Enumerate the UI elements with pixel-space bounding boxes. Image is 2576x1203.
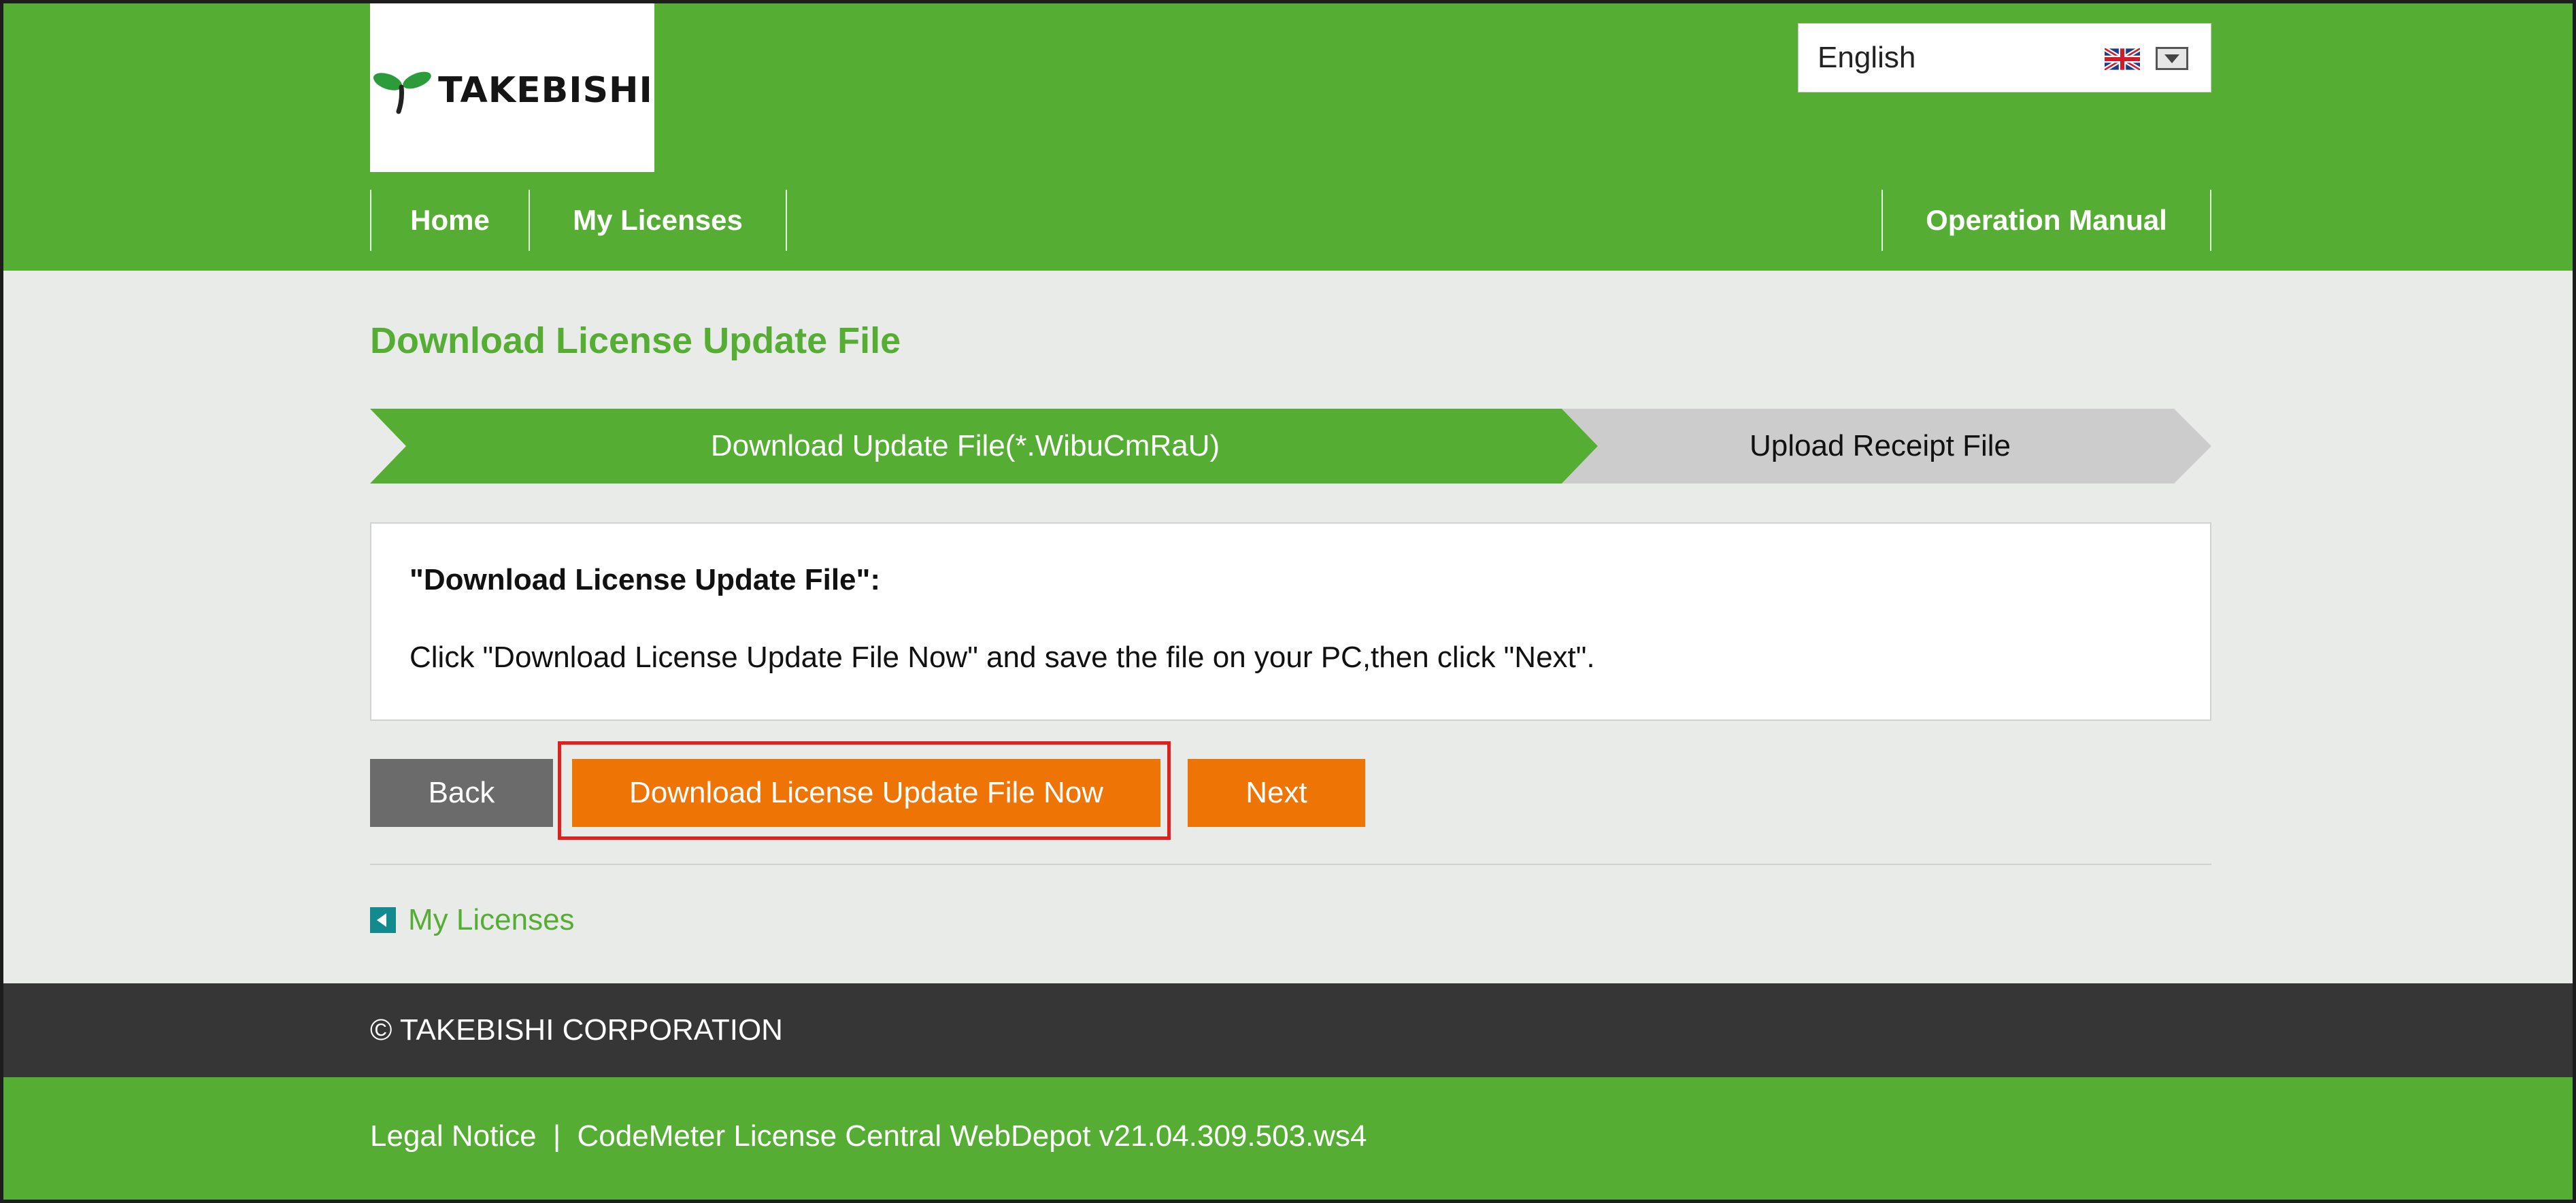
browser-viewport: TAKEBISHI English Home My Licenses Opera… [0, 0, 2576, 1203]
footer-separator: | [552, 1119, 561, 1153]
my-licenses-link-label: My Licenses [408, 903, 575, 936]
instruction-title: "Download License Update File": [409, 563, 881, 596]
dropdown-arrow-icon[interactable] [2156, 47, 2188, 70]
product-version-text: CodeMeter License Central WebDepot v21.0… [577, 1119, 1367, 1153]
footer-copyright-bar: © TAKEBISHI CORPORATION [3, 983, 2573, 1077]
step-upload-receipt-file: Upload Receipt File [1750, 429, 2011, 462]
progress-steps: Download Update File(*.WibuCmRaU) Upload… [370, 409, 2211, 484]
logo[interactable]: TAKEBISHI [370, 3, 654, 172]
back-button[interactable]: Back [370, 759, 553, 827]
legal-notice-link[interactable]: Legal Notice [370, 1119, 537, 1153]
divider [370, 864, 2211, 865]
nav-operation-manual[interactable]: Operation Manual [1883, 190, 2210, 251]
my-licenses-link[interactable]: My Licenses [370, 903, 575, 937]
main-nav: Home My Licenses [370, 190, 787, 251]
main-content: Download License Update File Download Up… [3, 271, 2573, 983]
nav-divider [370, 190, 371, 251]
step-download-update-file: Download Update File(*.WibuCmRaU) [710, 429, 1220, 462]
header: TAKEBISHI English Home My Licenses Opera… [3, 3, 2573, 271]
nav-divider [1881, 190, 1883, 251]
logo-text: TAKEBISHI [438, 70, 653, 111]
page-title: Download License Update File [370, 320, 901, 361]
nav-divider [786, 190, 787, 251]
sprout-logo-icon [373, 71, 431, 114]
footer-links: Legal Notice | CodeMeter License Central… [370, 1119, 1367, 1153]
uk-flag-icon [2105, 48, 2140, 70]
instruction-text: Click "Download License Update File Now"… [409, 641, 1595, 674]
logo-inner: TAKEBISHI [371, 67, 653, 114]
nav-divider [2210, 190, 2211, 251]
caret-left-icon [370, 907, 396, 933]
next-button[interactable]: Next [1188, 759, 1365, 827]
language-select[interactable]: English [1798, 23, 2211, 92]
nav-home[interactable]: Home [371, 190, 529, 251]
instruction-box: "Download License Update File": Click "D… [370, 522, 2211, 721]
nav-divider [529, 190, 530, 251]
download-license-update-file-button[interactable]: Download License Update File Now [572, 759, 1160, 827]
nav-my-licenses[interactable]: My Licenses [530, 190, 786, 251]
footer-links-bar: Legal Notice | CodeMeter License Central… [3, 1077, 2573, 1200]
language-selected-label: English [1818, 41, 1916, 74]
copyright-text: © TAKEBISHI CORPORATION [370, 1013, 783, 1047]
secondary-nav: Operation Manual [1881, 190, 2211, 251]
